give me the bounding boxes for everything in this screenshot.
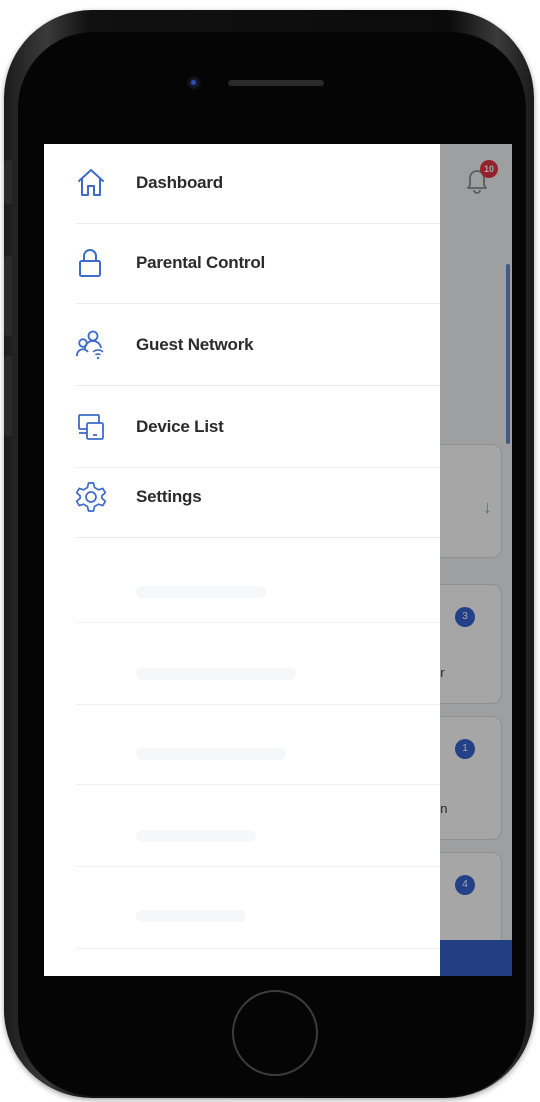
menu-item-settings[interactable]: Settings xyxy=(44,458,440,538)
ghost-row xyxy=(136,748,286,760)
divider xyxy=(76,622,440,623)
menu-label-settings: Settings xyxy=(136,487,202,506)
front-camera xyxy=(187,76,201,90)
earpiece-speaker xyxy=(228,80,324,86)
menu-item-device-list[interactable]: Device List xyxy=(44,388,440,468)
mute-switch xyxy=(4,160,12,204)
menu-item-parental-control[interactable]: Parental Control xyxy=(44,224,440,304)
divider xyxy=(76,948,440,949)
volume-down-button xyxy=(4,356,12,436)
ghost-row xyxy=(136,668,296,680)
menu-label-guest-network: Guest Network xyxy=(136,335,254,354)
home-button[interactable] xyxy=(232,990,318,1076)
home-icon xyxy=(78,169,104,196)
divider xyxy=(76,385,440,386)
menu-label-dashboard: Dashboard xyxy=(136,173,223,192)
ghost-row xyxy=(136,830,256,842)
divider xyxy=(76,784,440,785)
divider xyxy=(76,866,440,867)
lock-icon xyxy=(79,249,101,277)
ghost-row xyxy=(136,586,266,598)
menu-label-parental-control: Parental Control xyxy=(136,253,266,272)
menu-label-device-list: Device List xyxy=(136,417,224,436)
divider xyxy=(76,303,440,304)
divider xyxy=(76,537,440,538)
volume-up-button xyxy=(4,256,12,336)
ghost-row xyxy=(136,910,246,922)
app-screen: 10 ↓ 3 er 1 on 4 xyxy=(44,144,512,976)
screenshot: 10 ↓ 3 er 1 on 4 xyxy=(0,0,540,1102)
menu-item-guest-network[interactable]: Guest Network xyxy=(44,306,440,386)
divider xyxy=(76,704,440,705)
guest-network-icon xyxy=(76,330,104,360)
menu-item-dashboard[interactable]: Dashboard xyxy=(44,144,440,224)
device-list-icon xyxy=(78,414,104,440)
navigation-drawer: Dashboard Parental Control Guest Network… xyxy=(44,144,440,976)
gear-icon xyxy=(75,482,107,512)
